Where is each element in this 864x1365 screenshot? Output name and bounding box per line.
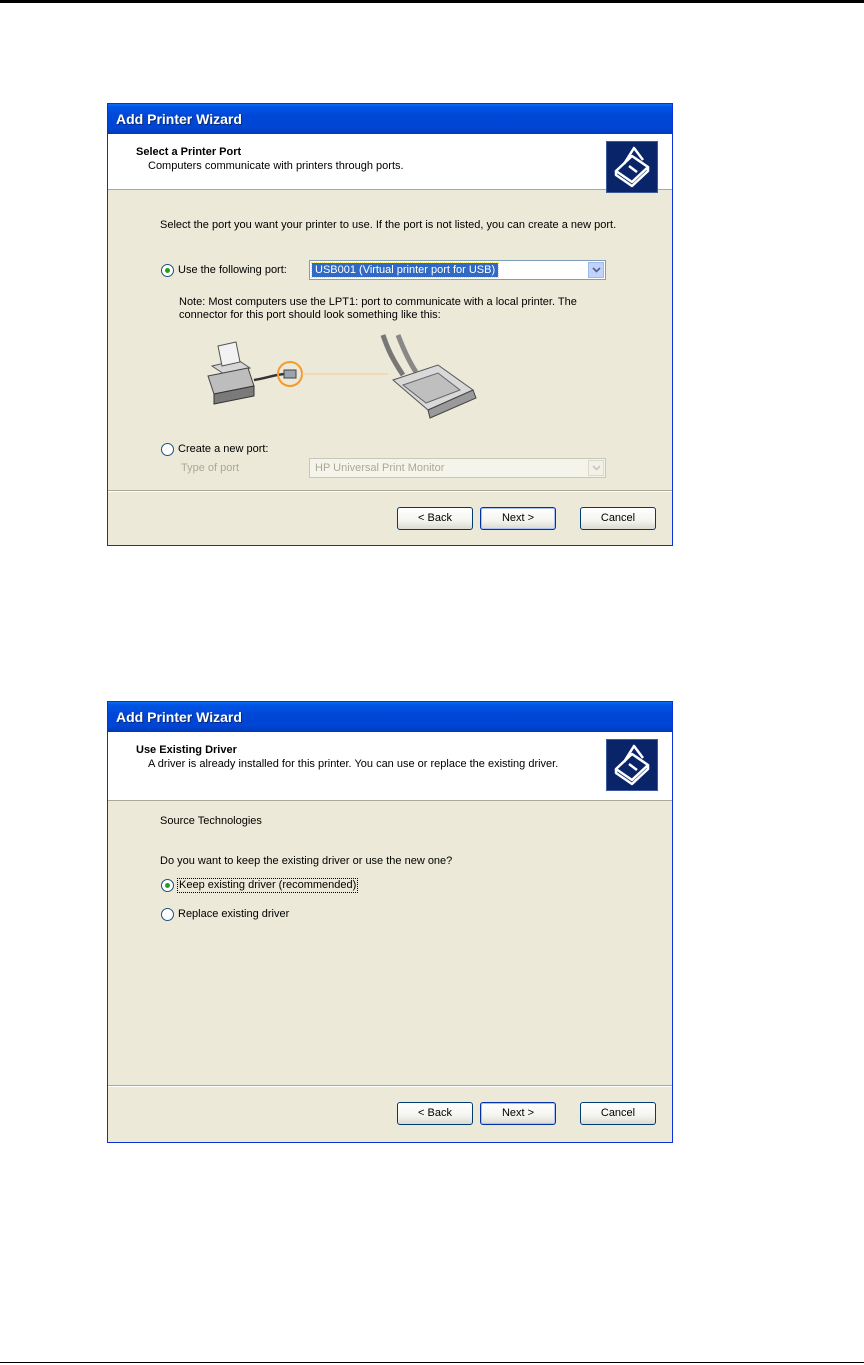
back-button[interactable]: < Back <box>397 1102 473 1125</box>
port-select-value: USB001 (Virtual printer port for USB) <box>310 262 500 278</box>
page-bottom-rule <box>0 1362 864 1363</box>
type-of-port-label: Type of port <box>181 462 240 474</box>
lpt1-note: Note: Most computers use the LPT1: port … <box>179 296 577 321</box>
cancel-button[interactable]: Cancel <box>580 507 656 530</box>
page-top-rule <box>0 0 864 3</box>
chevron-down-icon[interactable] <box>588 460 604 476</box>
printer-wizard-icon <box>606 739 658 791</box>
header-title: Select a Printer Port <box>136 146 242 158</box>
replace-driver-radio[interactable] <box>161 908 174 921</box>
add-printer-wizard-driver-dialog: Add Printer Wizard Use Existing Driver A… <box>107 701 673 1143</box>
dialog-title: Add Printer Wizard <box>108 104 672 134</box>
replace-driver-label[interactable]: Replace existing driver <box>178 908 289 921</box>
header-title: Use Existing Driver <box>136 744 237 756</box>
port-instructions: Select the port you want your printer to… <box>160 219 617 231</box>
back-button[interactable]: < Back <box>397 507 473 530</box>
footer-separator <box>108 1085 672 1087</box>
port-type-select[interactable]: HP Universal Print Monitor <box>309 458 606 478</box>
use-port-radio[interactable] <box>161 264 174 277</box>
header-subtitle: A driver is already installed for this p… <box>148 758 559 770</box>
driver-question: Do you want to keep the existing driver … <box>160 855 453 867</box>
create-port-radio[interactable] <box>161 443 174 456</box>
keep-driver-label[interactable]: Keep existing driver (recommended) <box>176 878 359 893</box>
footer-separator <box>108 490 672 492</box>
chevron-down-icon[interactable] <box>588 262 604 278</box>
port-select[interactable]: USB001 (Virtual printer port for USB) <box>309 260 606 280</box>
next-button[interactable]: Next > <box>480 507 556 530</box>
use-port-label[interactable]: Use the following port: <box>178 264 287 277</box>
dialog-title: Add Printer Wizard <box>108 702 672 732</box>
port-type-value: HP Universal Print Monitor <box>315 462 445 474</box>
wizard-header: Use Existing Driver A driver is already … <box>108 732 672 801</box>
create-port-label[interactable]: Create a new port: <box>178 443 269 456</box>
cancel-button[interactable]: Cancel <box>580 1102 656 1125</box>
next-button[interactable]: Next > <box>480 1102 556 1125</box>
add-printer-wizard-port-dialog: Add Printer Wizard Select a Printer Port… <box>107 103 673 546</box>
header-subtitle: Computers communicate with printers thro… <box>148 160 404 172</box>
wizard-header: Select a Printer Port Computers communic… <box>108 134 672 193</box>
printer-name: Source Technologies <box>160 815 262 827</box>
keep-driver-radio[interactable] <box>161 879 174 892</box>
printer-cable-connector-illustration <box>198 330 488 440</box>
printer-wizard-icon <box>606 141 658 193</box>
